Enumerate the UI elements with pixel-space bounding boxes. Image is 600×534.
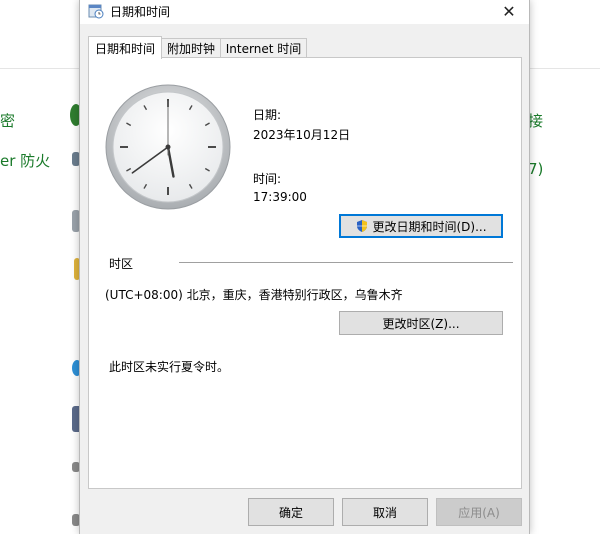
date-value: 2023年10月12日 <box>253 128 351 142</box>
tab-internet-time[interactable]: Internet 时间 <box>220 38 307 58</box>
change-timezone-button[interactable]: 更改时区(Z)... <box>339 311 503 335</box>
change-date-time-button[interactable]: 更改日期和时间(D)... <box>339 214 503 238</box>
dst-note: 此时区未实行夏令时。 <box>109 360 230 374</box>
cancel-button[interactable]: 取消 <box>342 498 428 526</box>
time-label: 时间: <box>253 172 282 186</box>
close-button[interactable]: ✕ <box>489 0 529 22</box>
tab-date-time[interactable]: 日期和时间 <box>88 36 162 59</box>
tab-label: 附加时钟 <box>166 42 215 56</box>
date-time-dialog: 日期和时间 ✕ 日期和时间 附加时钟 Internet 时间 日期: 2023年… <box>79 0 530 534</box>
tab-label: 日期和时间 <box>94 41 155 56</box>
ok-label: 确定 <box>278 505 303 520</box>
tab-panel: 日期: 2023年10月12日 时间: 17:39:00 更改日期和时间(D).… <box>88 57 522 489</box>
date-label: 日期: <box>253 108 282 122</box>
timezone-value: (UTC+08:00) 北京，重庆，香港特别行政区，乌鲁木齐 <box>105 288 403 302</box>
close-icon: ✕ <box>502 1 516 21</box>
title-bar[interactable]: 日期和时间 ✕ <box>80 0 529 24</box>
tab-label: Internet 时间 <box>225 42 302 56</box>
cancel-label: 取消 <box>372 505 397 520</box>
tab-additional-clocks[interactable]: 附加时钟 <box>159 38 223 58</box>
timezone-separator <box>179 262 513 263</box>
background-link-text-2[interactable]: er 防火 <box>0 150 50 171</box>
background-link-text-4[interactable]: 7) <box>528 160 543 178</box>
uac-shield-icon <box>357 220 368 232</box>
date-time-app-icon <box>88 4 104 19</box>
background-link-text-3[interactable]: 接 <box>528 110 543 131</box>
apply-label: 应用(A) <box>458 505 500 520</box>
timezone-heading: 时区 <box>109 257 134 271</box>
ok-button[interactable]: 确定 <box>248 498 334 526</box>
time-value: 17:39:00 <box>253 190 307 204</box>
background-link-text-1[interactable]: 密 <box>0 110 15 131</box>
change-date-time-label: 更改日期和时间(D)... <box>372 219 487 234</box>
change-timezone-label: 更改时区(Z)... <box>382 316 460 331</box>
window-title: 日期和时间 <box>110 5 171 19</box>
clock-center-pin <box>165 144 171 150</box>
apply-button[interactable]: 应用(A) <box>436 498 522 526</box>
analog-clock <box>105 84 231 210</box>
